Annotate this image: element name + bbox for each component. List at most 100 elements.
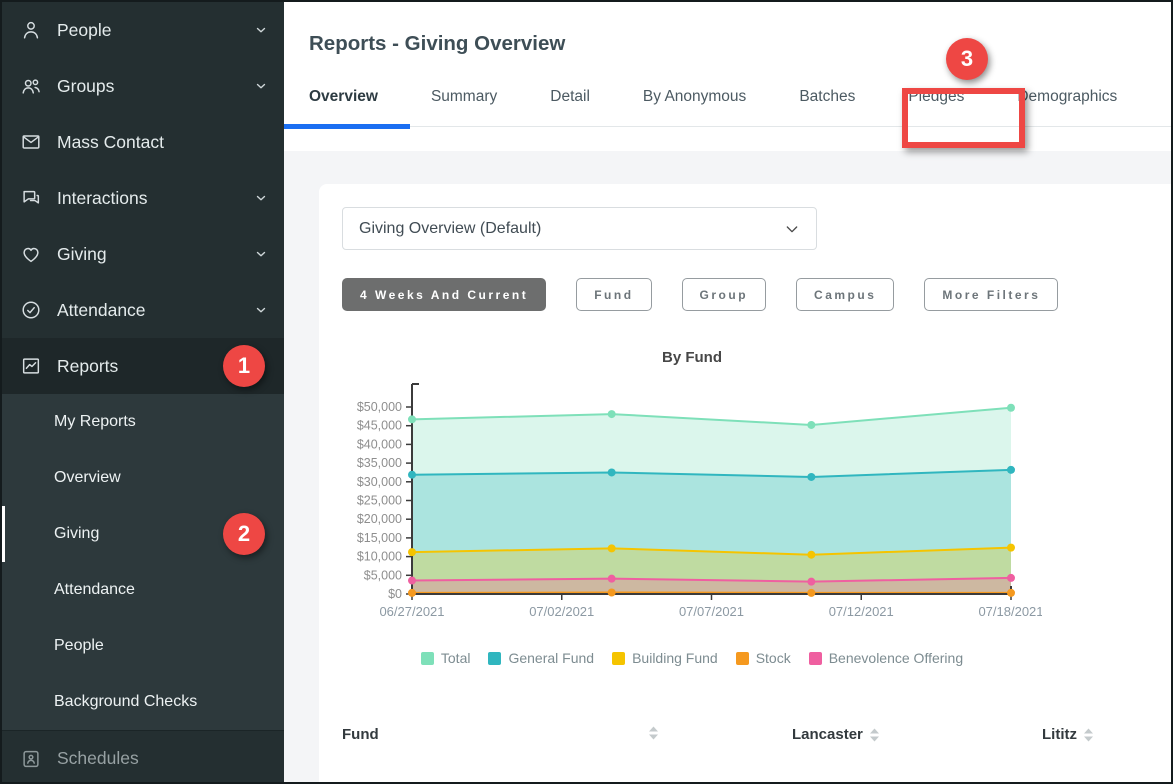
legend-swatch [421, 652, 434, 665]
sidebar-item-label: Schedules [57, 748, 268, 769]
sidebar-item-attendance[interactable]: Attendance [2, 282, 284, 338]
legend-label: Building Fund [632, 650, 718, 666]
submenu-item-label: People [54, 637, 104, 655]
sidebar-item-giving[interactable]: Giving [2, 226, 284, 282]
sidebar-item-label: Mass Contact [57, 132, 268, 153]
annotation-step-3-badge: 3 [946, 38, 988, 80]
annotation-highlight-box-pledges [902, 88, 1025, 148]
legend-swatch [488, 652, 501, 665]
sort-icon[interactable] [1083, 728, 1094, 742]
submenu-item-label: Attendance [54, 581, 135, 599]
svg-text:$20,000: $20,000 [357, 512, 402, 526]
fund-table-header: Fund Lancaster Lititz [342, 726, 1148, 750]
svg-text:$0: $0 [388, 587, 402, 601]
column-label: Fund [342, 726, 379, 743]
legend-label: Benevolence Offering [829, 650, 963, 666]
svg-text:$40,000: $40,000 [357, 437, 402, 451]
tab-detail[interactable]: Detail [550, 88, 590, 126]
active-tab-underline [284, 124, 410, 129]
sidebar-item-people[interactable]: People [2, 2, 284, 58]
chevron-down-icon [254, 79, 268, 93]
sidebar-item-label: Giving [57, 244, 254, 265]
column-label: Lancaster [792, 726, 863, 743]
legend-swatch [736, 652, 749, 665]
annotation-step-2-badge: 2 [223, 513, 265, 555]
sort-icon[interactable] [648, 726, 659, 740]
report-select-value: Giving Overview (Default) [359, 220, 784, 238]
main-area: Reports - Giving Overview Overview Summa… [284, 2, 1171, 782]
sidebar-item-label: Groups [57, 76, 254, 97]
legend-item: Building Fund [612, 650, 718, 666]
filter-button-date-range[interactable]: 4 Weeks And Current [342, 278, 546, 311]
svg-text:06/27/2021: 06/27/2021 [379, 604, 444, 619]
tab-overview[interactable]: Overview [309, 88, 378, 126]
chevron-down-icon [254, 303, 268, 317]
content-area: Giving Overview (Default) 4 Weeks And Cu… [284, 151, 1171, 782]
sidebar-item-schedules[interactable]: Schedules [2, 730, 284, 784]
svg-text:$30,000: $30,000 [357, 475, 402, 489]
tab-bar: Overview Summary Detail By Anonymous Bat… [284, 83, 1171, 127]
submenu-item-my-reports[interactable]: My Reports [2, 394, 284, 450]
submenu-item-background-checks[interactable]: Background Checks [2, 674, 284, 730]
tab-batches[interactable]: Batches [799, 88, 855, 126]
svg-text:$45,000: $45,000 [357, 419, 402, 433]
svg-text:$35,000: $35,000 [357, 456, 402, 470]
chart-section: By Fund $0$5,000$10,000$15,000$20,000$25… [342, 349, 1042, 666]
svg-text:$15,000: $15,000 [357, 531, 402, 545]
submenu-item-people[interactable]: People [2, 618, 284, 674]
sidebar: People Groups Mass Contact Interactions … [2, 2, 284, 782]
svg-text:$50,000: $50,000 [357, 400, 402, 414]
sort-icon[interactable] [869, 728, 880, 742]
column-header-fund: Fund [342, 726, 379, 743]
column-header-lancaster: Lancaster [792, 726, 880, 743]
tab-demographics[interactable]: Demographics [1017, 88, 1117, 126]
sort-control-fund[interactable] [648, 726, 659, 740]
filter-button-campus[interactable]: Campus [796, 278, 894, 311]
legend-item: Stock [736, 650, 791, 666]
active-indicator [2, 506, 5, 562]
sidebar-item-groups[interactable]: Groups [2, 58, 284, 114]
column-label: Lititz [1042, 726, 1077, 743]
submenu-item-label: Giving [54, 525, 99, 543]
report-select[interactable]: Giving Overview (Default) [342, 207, 817, 250]
submenu-item-giving[interactable]: Giving 2 [2, 506, 284, 562]
schedule-card-icon [20, 748, 42, 770]
chart-icon [20, 355, 42, 377]
submenu-item-attendance[interactable]: Attendance [2, 562, 284, 618]
sidebar-item-reports[interactable]: Reports 1 [2, 338, 284, 394]
svg-text:07/02/2021: 07/02/2021 [529, 604, 594, 619]
tab-by-anonymous[interactable]: By Anonymous [643, 88, 746, 126]
sidebar-item-interactions[interactable]: Interactions [2, 170, 284, 226]
filter-button-fund[interactable]: Fund [576, 278, 651, 311]
chat-bubbles-icon [20, 187, 42, 209]
filter-bar: 4 Weeks And Current Fund Group Campus Mo… [342, 278, 1148, 311]
filter-button-group[interactable]: Group [682, 278, 767, 311]
sidebar-item-mass-contact[interactable]: Mass Contact [2, 114, 284, 170]
legend-label: General Fund [508, 650, 594, 666]
sidebar-item-label: Interactions [57, 188, 254, 209]
report-card: Giving Overview (Default) 4 Weeks And Cu… [319, 184, 1171, 784]
submenu-item-overview[interactable]: Overview [2, 450, 284, 506]
chevron-down-icon [254, 191, 268, 205]
legend-label: Stock [756, 650, 791, 666]
person-icon [20, 19, 42, 41]
svg-text:$5,000: $5,000 [364, 568, 402, 582]
heart-icon [20, 243, 42, 265]
groups-icon [20, 75, 42, 97]
tab-summary[interactable]: Summary [431, 88, 497, 126]
column-header-lititz: Lititz [1042, 726, 1094, 743]
legend-swatch [809, 652, 822, 665]
legend-item: Benevolence Offering [809, 650, 963, 666]
svg-text:$25,000: $25,000 [357, 494, 402, 508]
envelope-icon [20, 131, 42, 153]
filter-button-more-filters[interactable]: More Filters [924, 278, 1058, 311]
svg-text:07/12/2021: 07/12/2021 [829, 604, 894, 619]
legend-swatch [612, 652, 625, 665]
reports-submenu: My Reports Overview Giving 2 Attendance … [2, 394, 284, 730]
chevron-down-icon [254, 247, 268, 261]
legend-item: Total [421, 650, 471, 666]
svg-text:07/07/2021: 07/07/2021 [679, 604, 744, 619]
chevron-down-icon [254, 23, 268, 37]
giving-by-fund-chart: $0 $5,000 $10,000 $15,000 $20,000 $25,000 $30,… [342, 374, 1042, 624]
svg-text:$10,000: $10,000 [357, 550, 402, 564]
